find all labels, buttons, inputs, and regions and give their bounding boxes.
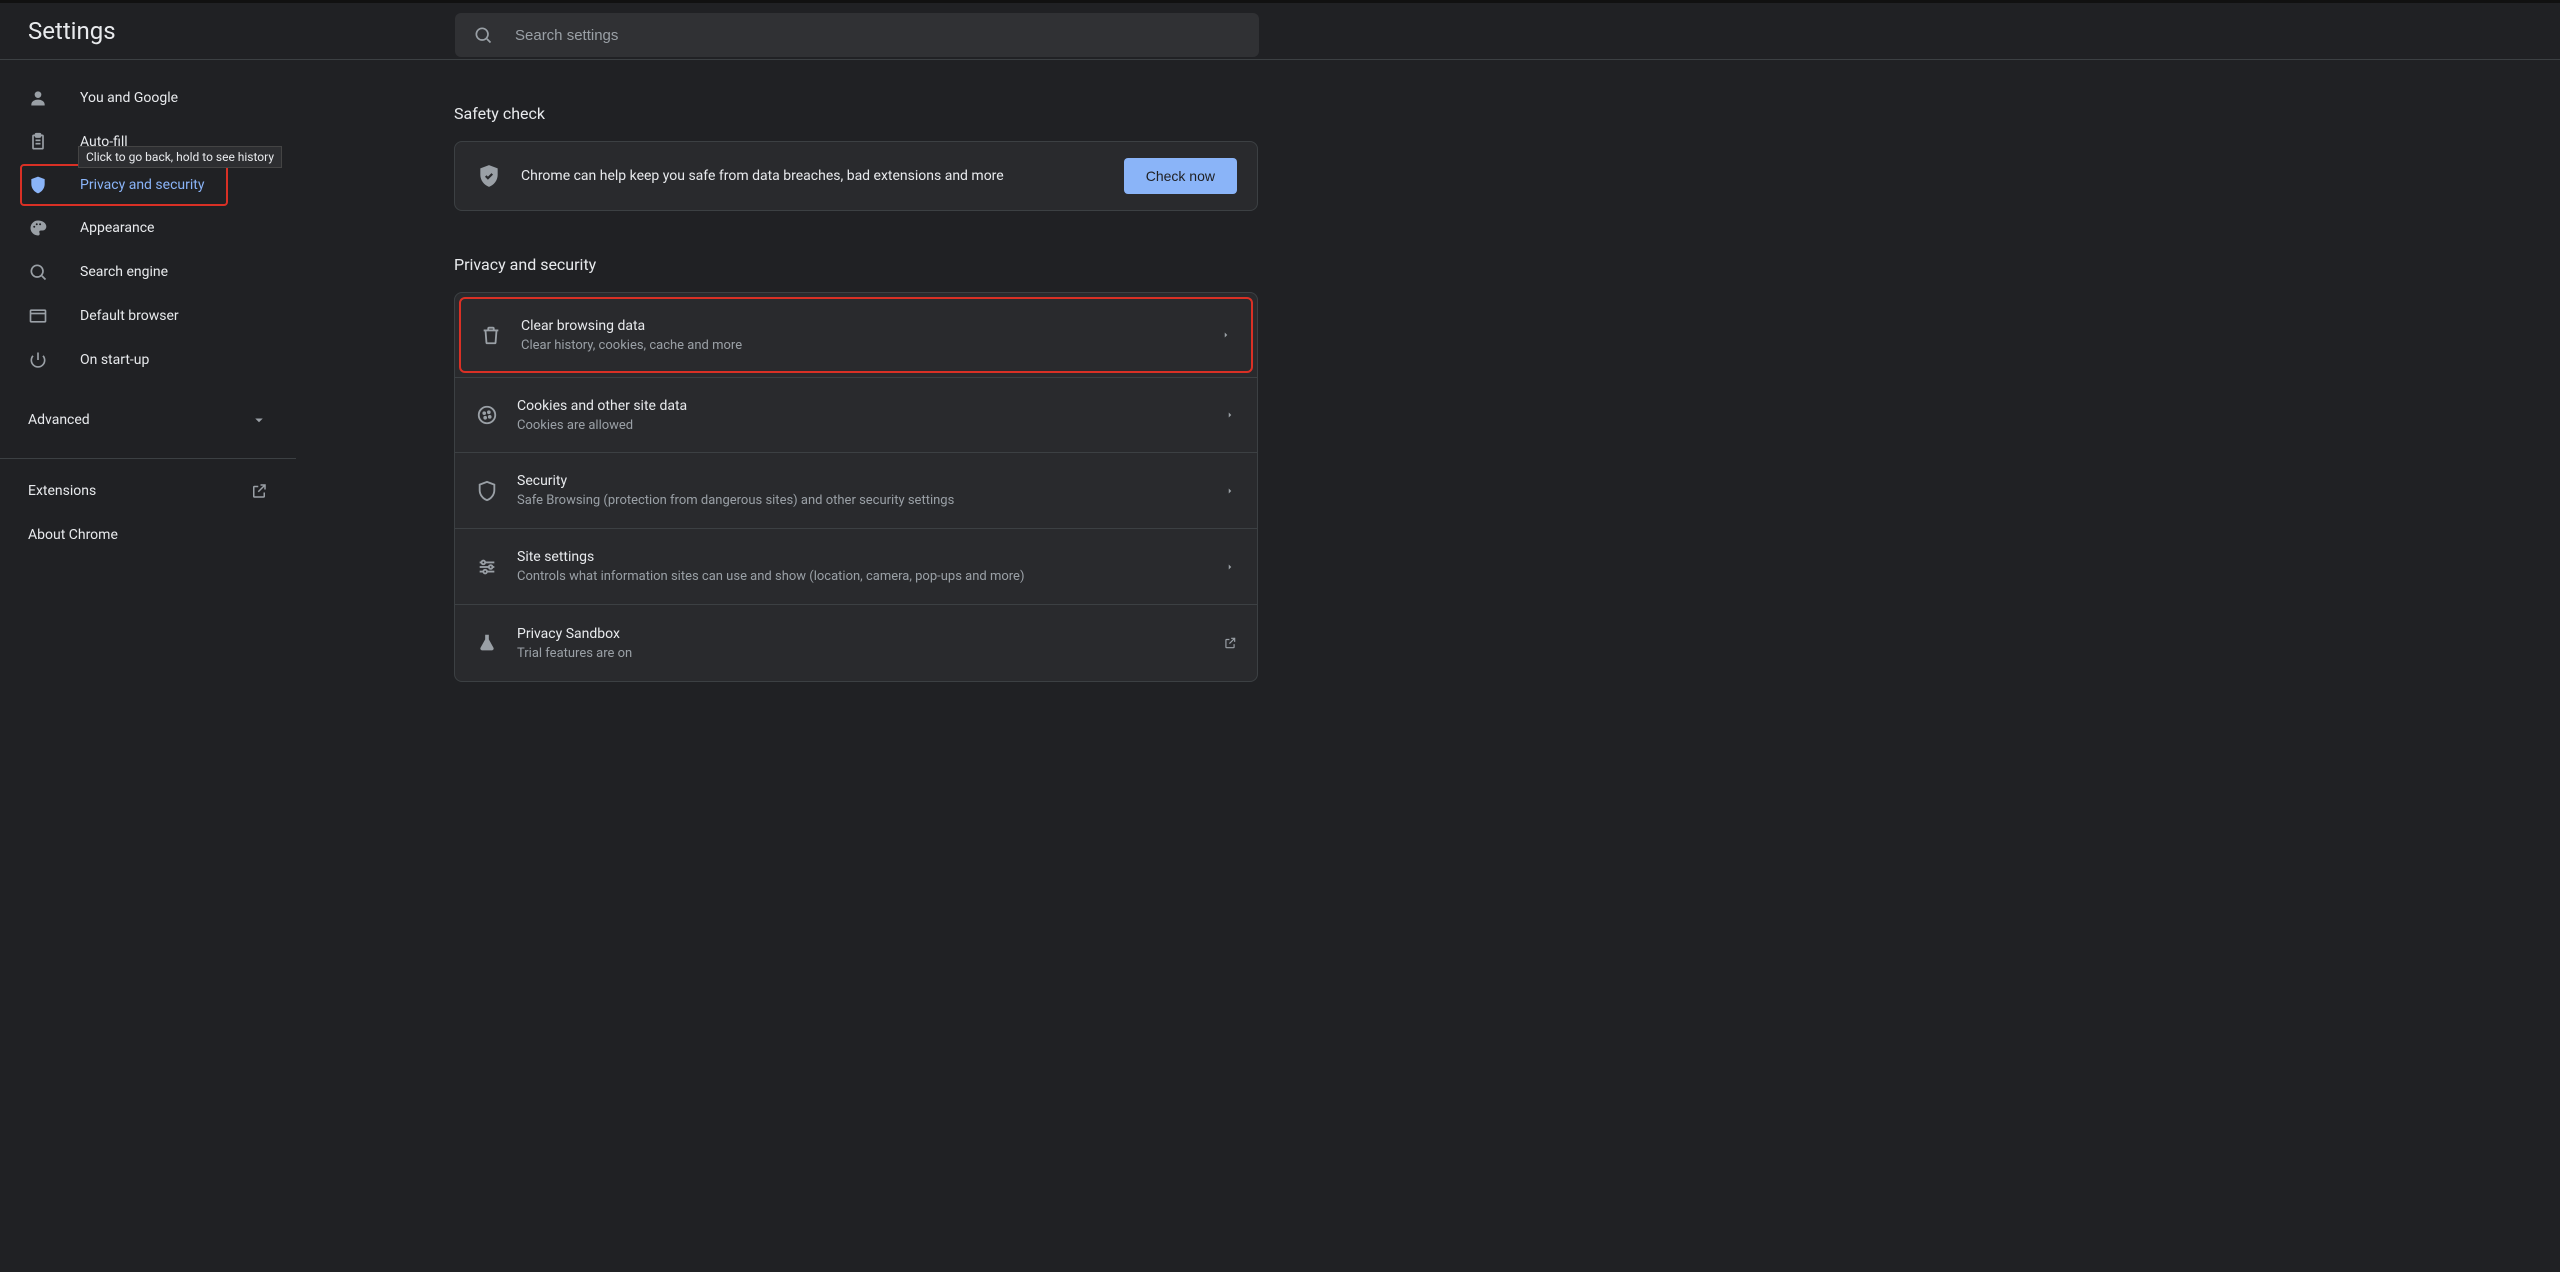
sidebar-item-appearance[interactable]: Appearance — [0, 206, 280, 250]
safety-check-text: Chrome can help keep you safe from data … — [521, 168, 1124, 184]
row-clear-browsing-data[interactable]: Clear browsing data Clear history, cooki… — [459, 297, 1253, 373]
sidebar-item-label: Privacy and security — [80, 177, 204, 193]
header: Settings — [0, 3, 2560, 59]
sidebar-item-extensions[interactable]: Extensions — [0, 469, 296, 513]
row-subtitle: Safe Browsing (protection from dangerous… — [517, 493, 1223, 508]
search-icon — [473, 25, 493, 45]
sidebar-advanced-label: Advanced — [28, 412, 90, 428]
sidebar-item-on-startup[interactable]: On start-up — [0, 338, 280, 382]
shield-outline-icon — [475, 479, 499, 503]
chevron-right-icon — [1223, 560, 1237, 574]
sidebar-item-label: On start-up — [80, 352, 149, 368]
person-icon — [28, 88, 48, 108]
palette-icon — [28, 218, 48, 238]
safety-check-card: Chrome can help keep you safe from data … — [454, 141, 1258, 211]
sidebar-divider — [0, 458, 296, 459]
chevron-right-icon — [1219, 328, 1233, 342]
open-external-icon — [1223, 636, 1237, 650]
main-content: Safety check Chrome can help keep you sa… — [296, 60, 2560, 1272]
chevron-right-icon — [1223, 484, 1237, 498]
row-subtitle: Controls what information sites can use … — [517, 569, 1223, 584]
privacy-security-heading: Privacy and security — [454, 255, 1258, 274]
sidebar-item-about-chrome[interactable]: About Chrome — [0, 513, 296, 557]
row-privacy-sandbox[interactable]: Privacy Sandbox Trial features are on — [455, 605, 1257, 681]
row-title: Site settings — [517, 549, 1223, 565]
sidebar-item-privacy-security[interactable]: Privacy and security — [20, 164, 228, 206]
tune-icon — [475, 555, 499, 579]
sidebar-item-search-engine[interactable]: Search engine — [0, 250, 280, 294]
power-icon — [28, 350, 48, 370]
safety-check-heading: Safety check — [454, 104, 1258, 123]
flask-icon — [475, 631, 499, 655]
privacy-list-card: Clear browsing data Clear history, cooki… — [454, 292, 1258, 682]
sidebar-advanced-toggle[interactable]: Advanced — [0, 398, 296, 442]
cookie-icon — [475, 403, 499, 427]
browser-icon — [28, 306, 48, 326]
row-security[interactable]: Security Safe Browsing (protection from … — [455, 453, 1257, 529]
sidebar-item-label: Search engine — [80, 264, 168, 280]
check-now-button[interactable]: Check now — [1124, 158, 1237, 194]
sidebar-item-label: Appearance — [80, 220, 154, 236]
sidebar-about-label: About Chrome — [28, 527, 118, 543]
trash-icon — [479, 323, 503, 347]
sidebar-item-label: Default browser — [80, 308, 179, 324]
page-title: Settings — [28, 17, 116, 45]
open-external-icon — [250, 482, 268, 500]
row-subtitle: Trial features are on — [517, 646, 1223, 661]
shield-icon — [28, 175, 48, 195]
clipboard-icon — [28, 132, 48, 152]
sidebar: Click to go back, hold to see history Yo… — [0, 60, 296, 1272]
search-input[interactable] — [513, 26, 1241, 45]
row-title: Cookies and other site data — [517, 398, 1223, 414]
row-cookies[interactable]: Cookies and other site data Cookies are … — [455, 377, 1257, 453]
search-bar[interactable] — [455, 13, 1259, 57]
row-subtitle: Cookies are allowed — [517, 418, 1223, 433]
row-title: Privacy Sandbox — [517, 626, 1223, 642]
row-site-settings[interactable]: Site settings Controls what information … — [455, 529, 1257, 605]
row-subtitle: Clear history, cookies, cache and more — [521, 338, 1219, 353]
body: Click to go back, hold to see history Yo… — [0, 59, 2560, 1272]
shield-check-icon — [475, 162, 503, 190]
sidebar-item-you-and-google[interactable]: You and Google — [0, 76, 280, 120]
sidebar-item-default-browser[interactable]: Default browser — [0, 294, 280, 338]
sidebar-item-label: You and Google — [80, 90, 178, 106]
row-title: Clear browsing data — [521, 318, 1219, 334]
sidebar-extensions-label: Extensions — [28, 483, 96, 499]
chevron-down-icon — [250, 411, 268, 429]
search-icon — [28, 262, 48, 282]
back-tooltip: Click to go back, hold to see history — [78, 146, 282, 168]
row-title: Security — [517, 473, 1223, 489]
chevron-right-icon — [1223, 408, 1237, 422]
